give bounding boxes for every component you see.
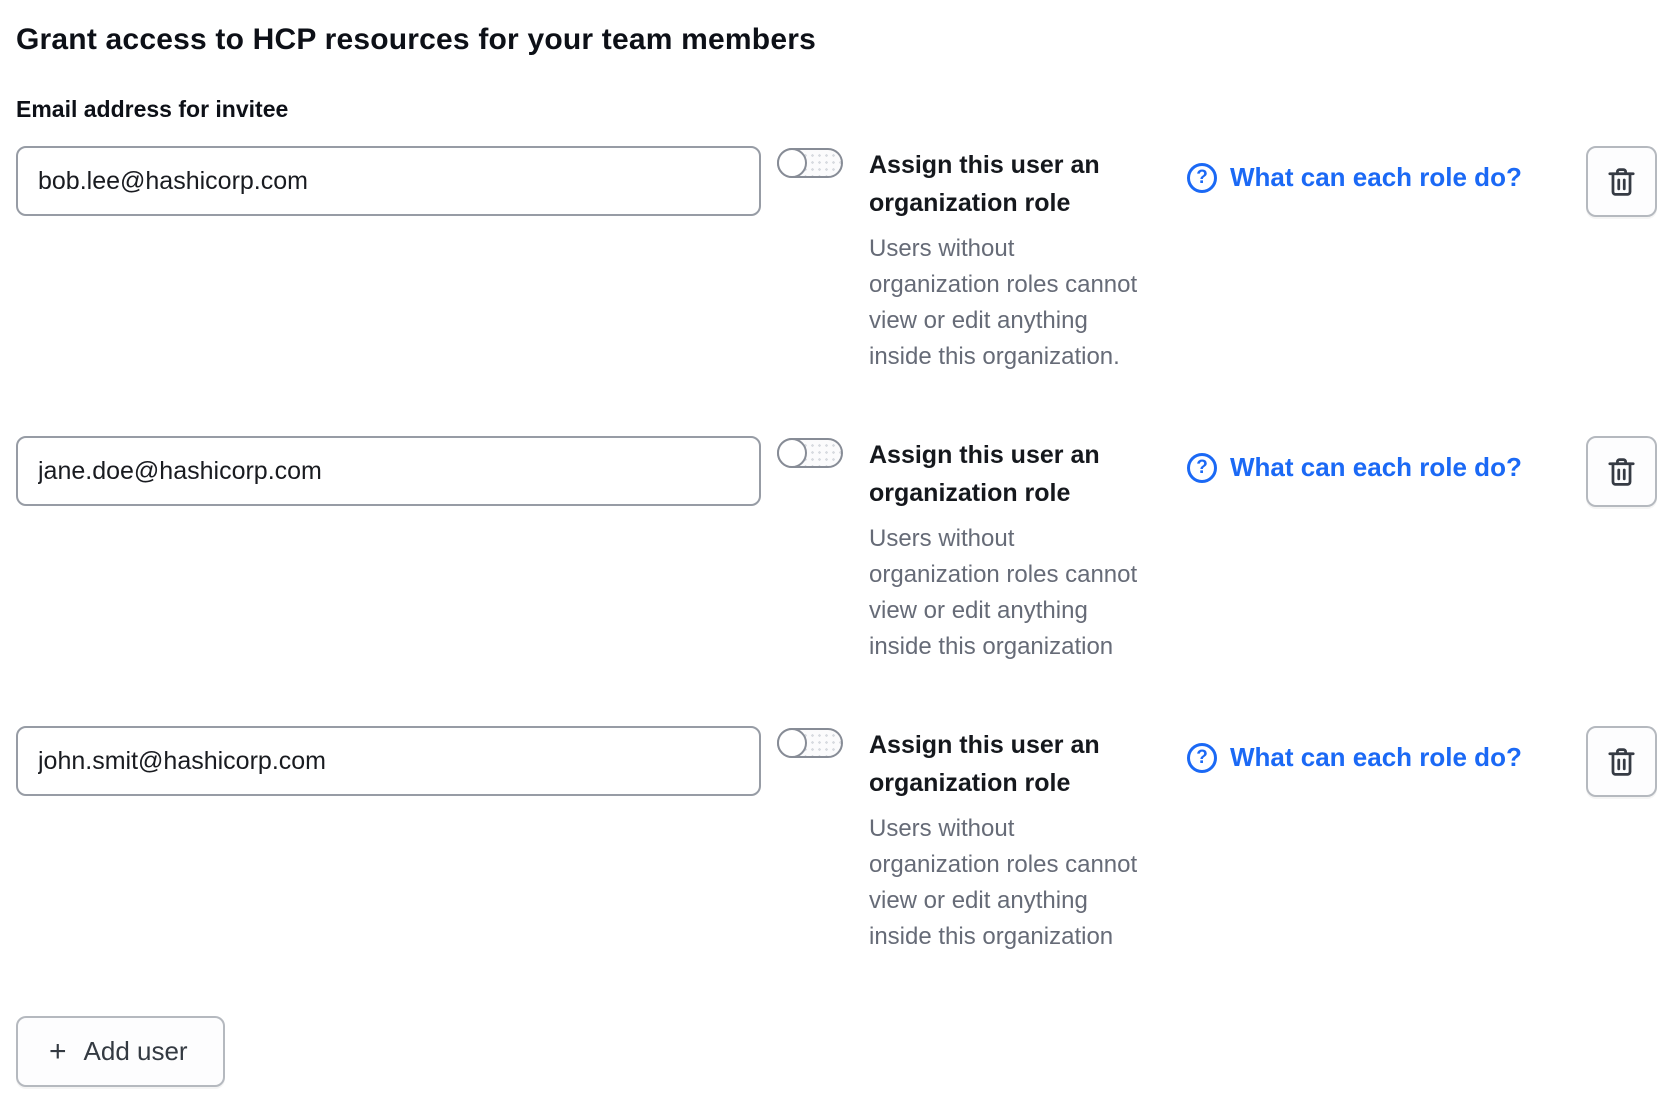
trash-icon [1605,455,1638,489]
org-role-toggle[interactable] [777,438,843,468]
role-docs-link[interactable]: What can each role do? [1230,452,1522,483]
role-toggle-label: Assign this user an organization role [869,726,1141,802]
role-toggle-text: Assign this user an organization role Us… [869,726,1141,955]
add-user-button[interactable]: + Add user [16,1016,225,1087]
add-user-wrap: + Add user [16,1016,1657,1087]
trash-icon [1605,165,1638,199]
toggle-knob-icon [777,148,807,178]
delete-invitee-button[interactable] [1586,726,1657,797]
toggle-knob-icon [777,438,807,468]
add-user-label: Add user [84,1036,188,1067]
invitee-email-input[interactable] [16,436,761,506]
trash-icon [1605,745,1638,779]
question-circle-icon: ? [1187,743,1217,773]
question-circle-icon: ? [1187,163,1217,193]
invitee-email-input[interactable] [16,146,761,216]
role-toggle-label: Assign this user an organization role [869,146,1141,222]
org-role-toggle[interactable] [777,728,843,758]
delete-invitee-button[interactable] [1586,436,1657,507]
email-address-label: Email address for invitee [16,96,1657,122]
toggle-knob-icon [777,728,807,758]
invite-row: Assign this user an organization role Us… [16,726,1657,991]
invite-row: Assign this user an organization role Us… [16,436,1657,701]
invite-rows: Assign this user an organization role Us… [16,146,1657,991]
role-docs-link[interactable]: What can each role do? [1230,162,1522,193]
role-docs-link[interactable]: What can each role do? [1230,742,1522,773]
org-role-toggle[interactable] [777,148,843,178]
role-docs-link-group[interactable]: ? What can each role do? [1187,742,1522,773]
role-docs-link-group[interactable]: ? What can each role do? [1187,162,1522,193]
page-title: Grant access to HCP resources for your t… [16,20,1657,60]
delete-invitee-button[interactable] [1586,146,1657,217]
invitee-email-input[interactable] [16,726,761,796]
role-toggle-help-text: Users without organization roles cannot … [869,811,1141,955]
invite-row: Assign this user an organization role Us… [16,146,1657,411]
role-toggle-text: Assign this user an organization role Us… [869,436,1141,665]
role-toggle-label: Assign this user an organization role [869,436,1141,512]
role-docs-link-group[interactable]: ? What can each role do? [1187,452,1522,483]
role-toggle-text: Assign this user an organization role Us… [869,146,1141,375]
invite-users-form: Grant access to HCP resources for your t… [0,0,1672,1087]
role-toggle-help-text: Users without organization roles cannot … [869,231,1141,375]
plus-icon: + [49,1037,67,1067]
question-circle-icon: ? [1187,453,1217,483]
role-toggle-help-text: Users without organization roles cannot … [869,521,1141,665]
